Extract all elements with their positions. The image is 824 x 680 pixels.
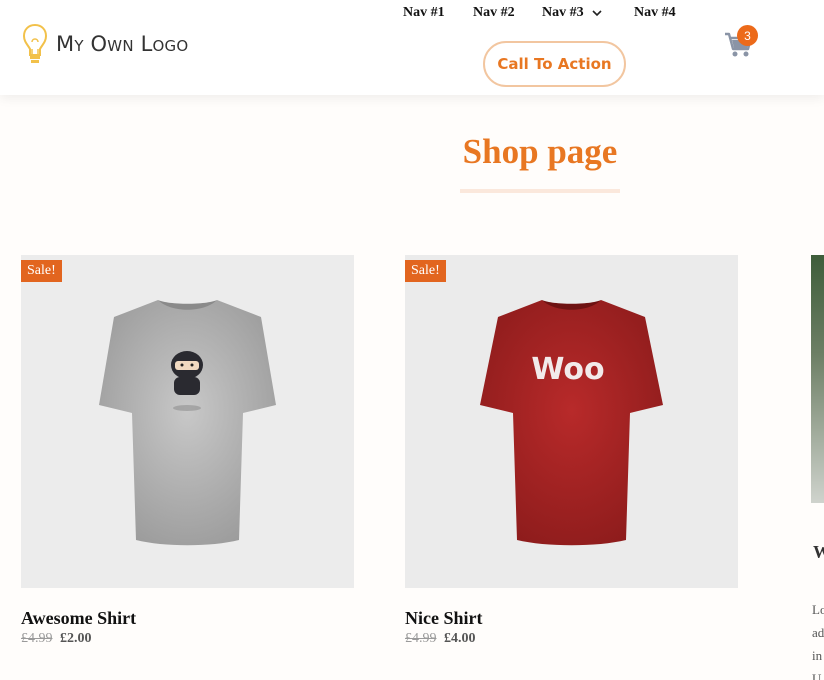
- product-image[interactable]: Woo Sale!: [405, 255, 738, 588]
- product-price: £4.99 £2.00: [21, 631, 354, 647]
- sale-price: £4.00: [444, 631, 476, 646]
- old-price: £4.99: [21, 631, 53, 646]
- grey-tshirt-image: [99, 300, 276, 546]
- page-title: Shop page: [462, 132, 618, 171]
- nav-item-3-label: Nav #3: [542, 5, 584, 20]
- product-image[interactable]: Sale!: [21, 255, 354, 588]
- product-price: £4.99 £4.00: [405, 631, 738, 647]
- product-card[interactable]: Sale! Awesome Shirt £4.99 £2.00: [21, 255, 354, 647]
- product-name[interactable]: Awesome Shirt: [21, 608, 354, 629]
- site-header: My Own Logo Nav #1 Nav #2 Nav #3 Nav #4 …: [0, 0, 824, 95]
- lightbulb-icon: [22, 23, 48, 63]
- nav-item-4[interactable]: Nav #4: [634, 5, 676, 21]
- desc-line: Lo: [812, 602, 824, 617]
- chevron-down-icon: [592, 10, 602, 17]
- red-tshirt-image: Woo: [480, 300, 663, 546]
- nav-item-3[interactable]: Nav #3: [542, 5, 602, 21]
- call-to-action-button[interactable]: Call To Action: [483, 41, 626, 87]
- sale-badge: Sale!: [405, 260, 446, 282]
- desc-line: U: [812, 671, 822, 680]
- sale-badge: Sale!: [21, 260, 62, 282]
- old-price: £4.99: [405, 631, 437, 646]
- desc-line: ad: [812, 625, 824, 640]
- product-description-partial: Lo ad in U: [812, 598, 824, 680]
- product-image-partial[interactable]: [811, 255, 824, 503]
- desc-line: in: [812, 648, 823, 663]
- title-underline: [460, 189, 620, 193]
- nav-item-1[interactable]: Nav #1: [403, 5, 445, 21]
- product-name-partial[interactable]: W: [813, 542, 824, 563]
- svg-text:Woo: Woo: [531, 352, 604, 387]
- site-logo[interactable]: My Own Logo: [22, 22, 188, 66]
- nav-item-2[interactable]: Nav #2: [473, 5, 515, 21]
- sale-price: £2.00: [60, 631, 92, 646]
- logo-text: My Own Logo: [56, 32, 189, 56]
- product-card[interactable]: Woo Sale! Nice Shirt £4.99 £4.00: [405, 255, 738, 647]
- cart-count-badge: 3: [737, 25, 758, 46]
- product-name[interactable]: Nice Shirt: [405, 608, 738, 629]
